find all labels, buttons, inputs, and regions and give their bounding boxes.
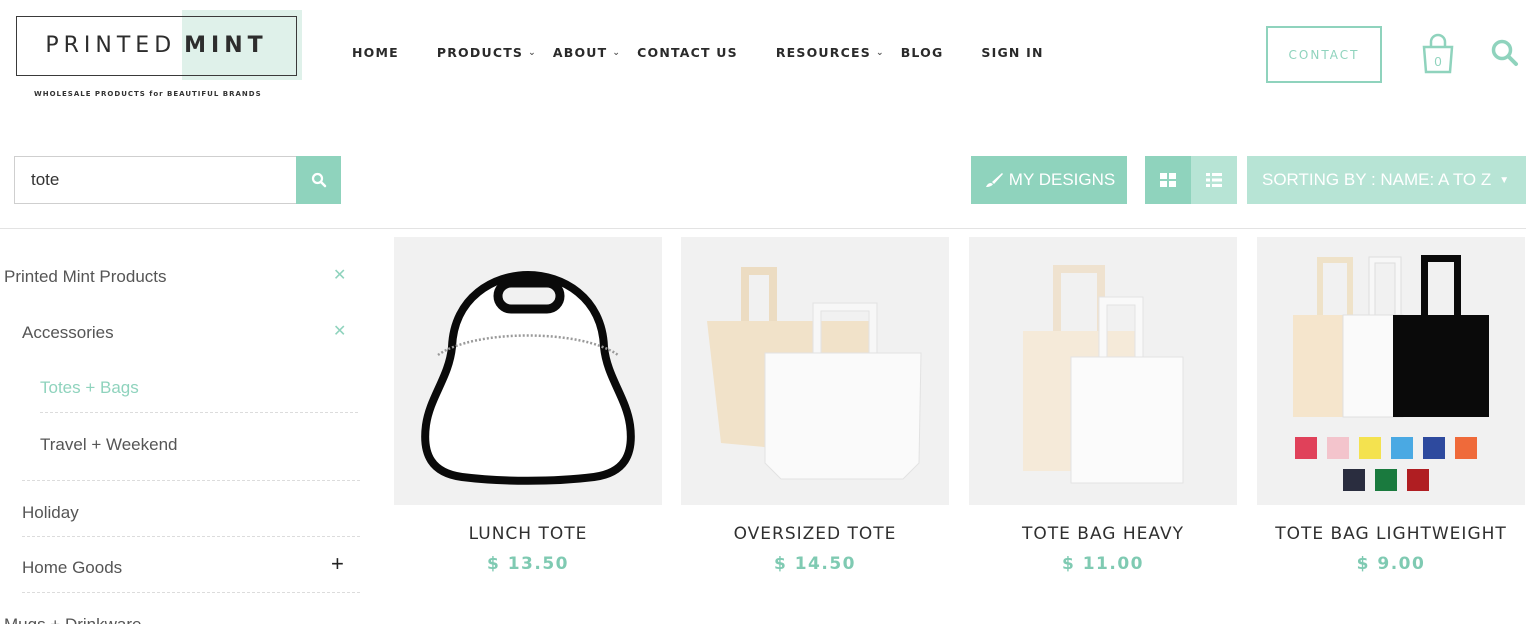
sidebar-divider [22, 536, 360, 537]
grid-icon [1160, 173, 1176, 187]
product-name[interactable]: OVERSIZED TOTE [681, 519, 949, 550]
product-price: $ 11.00 [1061, 554, 1145, 574]
color-swatch [1343, 469, 1365, 491]
product-price: $ 9.00 [1356, 554, 1426, 574]
product-name[interactable]: TOTE BAG HEAVY [969, 519, 1237, 550]
nav-label: PRODUCTS [436, 45, 524, 60]
product-image-oversized-tote[interactable] [681, 237, 949, 505]
search-icon [311, 172, 326, 188]
category-sidebar: Printed Mint Products ✕ Accessories ✕ To… [0, 229, 360, 624]
color-swatch [1295, 437, 1317, 459]
nav-item-products[interactable]: PRODUCTS ⌄ [437, 45, 537, 60]
product-card[interactable]: OVERSIZED TOTE $ 14.50 [681, 237, 949, 574]
main-nav: HOME PRODUCTS ⌄ ABOUT ⌄ CONTACT US RESOURC… [352, 45, 1044, 60]
my-designs-label: MY DESIGNS [1008, 170, 1116, 189]
product-card[interactable]: TOTE BAG LIGHTWEIGHT $ 9.00 [1257, 237, 1525, 574]
nav-label: HOME [352, 45, 399, 60]
cart-count: 0 [1434, 54, 1441, 69]
sidebar-item-printed-mint-products[interactable]: Printed Mint Products [4, 267, 167, 287]
search-input[interactable] [14, 156, 296, 204]
product-image-tote-bag-lightweight[interactable] [1257, 237, 1525, 505]
list-view-button[interactable] [1191, 156, 1237, 204]
logo-box: PRINTED MINT [16, 10, 302, 80]
sidebar-divider [22, 480, 360, 481]
sidebar-divider [22, 592, 360, 593]
product-card[interactable]: TOTE BAG HEAVY $ 11.00 [969, 237, 1237, 574]
my-designs-button[interactable]: MY DESIGNS [971, 156, 1127, 204]
product-image-lunch-tote[interactable] [394, 237, 662, 505]
sidebar-item-mugs-drinkware[interactable]: Mugs + Drinkware [4, 615, 141, 624]
sidebar-item-home-goods[interactable]: Home Goods [22, 558, 122, 578]
logo-tagline: WHOLESALE PRODUCTS for BEAUTIFUL BRANDS [34, 90, 262, 98]
contact-button[interactable]: CONTACT [1266, 26, 1382, 83]
nav-item-blog[interactable]: BLOG [901, 45, 944, 60]
nav-label: BLOG [900, 45, 944, 60]
chevron-down-icon: ⌄ [875, 47, 885, 58]
sidebar-divider [40, 412, 360, 413]
product-image-tote-bag-heavy[interactable] [969, 237, 1237, 505]
logo-word-mint: MINT [184, 33, 268, 58]
search-submit-button[interactable] [296, 156, 341, 204]
nav-label: RESOURCES [775, 45, 871, 60]
color-swatch [1375, 469, 1397, 491]
nav-label: CONTACT US [637, 45, 738, 60]
brand-logo[interactable]: PRINTED MINT WHOLESALE PRODUCTS for BEAUT… [16, 10, 304, 100]
chevron-down-icon: ⌄ [612, 47, 622, 58]
color-swatch [1359, 437, 1381, 459]
plus-icon[interactable]: + [331, 551, 344, 577]
cart-icon[interactable]: 0 [1420, 32, 1456, 74]
color-swatches [1295, 437, 1477, 491]
nav-item-about[interactable]: ABOUT ⌄ [553, 45, 621, 60]
product-name[interactable]: LUNCH TOTE [394, 519, 662, 550]
nav-item-resources[interactable]: RESOURCES ⌄ [776, 45, 885, 60]
color-swatch [1391, 437, 1413, 459]
nav-item-home[interactable]: HOME [352, 45, 399, 60]
product-card[interactable]: LUNCH TOTE $ 13.50 [394, 237, 662, 574]
sidebar-item-travel-weekend[interactable]: Travel + Weekend [40, 435, 178, 455]
color-swatch [1455, 437, 1477, 459]
product-name[interactable]: TOTE BAG LIGHTWEIGHT [1257, 519, 1525, 550]
nav-label: SIGN IN [981, 45, 1044, 60]
nav-label: ABOUT [552, 45, 608, 60]
sidebar-item-totes-bags[interactable]: Totes + Bags [40, 378, 139, 398]
logo-word-printed: PRINTED [45, 33, 177, 58]
sidebar-item-accessories[interactable]: Accessories [22, 323, 114, 343]
sidebar-item-holiday[interactable]: Holiday [22, 503, 79, 523]
close-icon[interactable]: ✕ [333, 321, 346, 341]
paintbrush-icon [983, 172, 1003, 188]
close-icon[interactable]: ✕ [333, 265, 346, 285]
nav-item-sign-in[interactable]: SIGN IN [981, 45, 1043, 60]
sort-label: SORTING BY : NAME: A TO Z [1262, 170, 1492, 189]
list-icon [1206, 173, 1222, 187]
search-icon[interactable] [1490, 38, 1520, 68]
sort-dropdown[interactable]: SORTING BY : NAME: A TO Z ▼ [1247, 156, 1526, 204]
nav-item-contact-us[interactable]: CONTACT US [637, 45, 738, 60]
logo-wordmark: PRINTED MINT [16, 33, 297, 58]
caret-down-icon: ▼ [1499, 174, 1510, 186]
chevron-down-icon: ⌄ [528, 47, 537, 58]
product-price: $ 13.50 [486, 554, 570, 574]
product-price: $ 14.50 [773, 554, 857, 574]
color-swatch [1327, 437, 1349, 459]
color-swatch [1407, 469, 1429, 491]
site-header: PRINTED MINT WHOLESALE PRODUCTS for BEAUT… [0, 0, 1536, 110]
product-search [14, 156, 341, 204]
color-swatch [1423, 437, 1445, 459]
grid-view-button[interactable] [1145, 156, 1191, 204]
